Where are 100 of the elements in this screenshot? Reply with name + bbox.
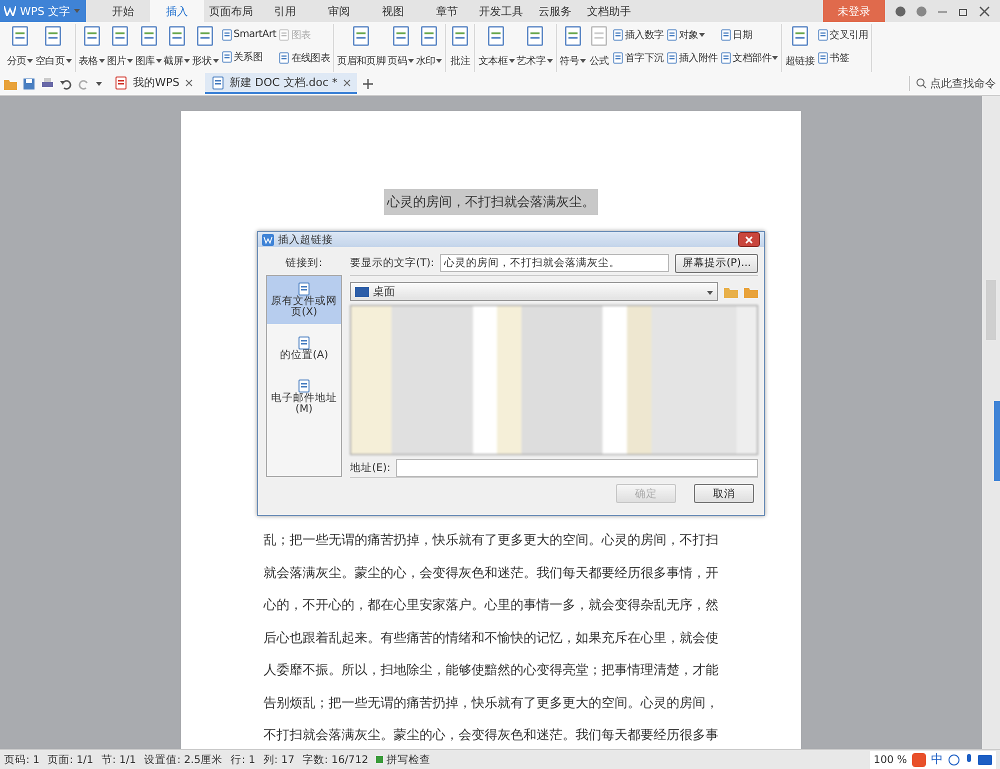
plus-icon[interactable]: [362, 78, 373, 88]
menu-tab[interactable]: 页面布局: [204, 0, 258, 22]
ime-toolbar[interactable]: 100 % 中: [870, 750, 996, 768]
document-tab[interactable]: 新建 DOC 文档.doc *: [204, 73, 357, 94]
status-text: 页码: 1: [4, 752, 40, 766]
link-to-label: 链接到:: [286, 256, 322, 270]
ribbon-button[interactable]: 水印: [416, 24, 442, 72]
ribbon-button[interactable]: 分页: [7, 24, 34, 72]
link-target-item[interactable]: 的位置(A): [267, 330, 341, 367]
menu-tab[interactable]: 文档助手: [582, 0, 636, 22]
ribbon-button[interactable]: 形状: [192, 24, 219, 72]
print-icon[interactable]: [41, 78, 54, 90]
document-icon: [210, 76, 224, 90]
ribbon-small-button[interactable]: 关系图: [220, 50, 276, 64]
document-icon: [720, 52, 732, 64]
document-icon: [720, 29, 732, 42]
dialog-title: 插入超链接: [278, 232, 333, 246]
caret-icon: [96, 82, 102, 86]
keyboard-icon: [978, 754, 992, 764]
document-icon: [114, 76, 128, 90]
ime-mode[interactable]: 中: [931, 751, 943, 768]
ribbon-button[interactable]: 超链接: [785, 24, 815, 72]
spell-check-button[interactable]: 拼写检查: [376, 752, 431, 766]
ribbon-button[interactable]: 截屏: [164, 24, 190, 72]
menu-tab[interactable]: 开始: [96, 0, 150, 22]
save-icon[interactable]: [23, 78, 35, 90]
app-menu-button[interactable]: WPS 文字: [0, 0, 86, 22]
paragraph-line: 后心也跟着乱起来。有些痛苦的情绪和不愉快的记忆，如果充斥在心里，就会使: [264, 630, 718, 648]
cancel-button[interactable]: 取消: [694, 484, 754, 503]
address-label: 地址(E):: [350, 461, 390, 475]
ribbon-button[interactable]: 空白页: [35, 24, 72, 72]
close-button[interactable]: [738, 232, 760, 247]
link-target-item[interactable]: 原有文件或网页(X): [267, 276, 341, 324]
paragraph-line: 不打扫就会落满灰尘。蒙尘的心，会变得灰色和迷茫。我们每天都要经历很多事: [264, 727, 718, 745]
document-icon: [612, 52, 624, 64]
menu-tab[interactable]: 插入: [150, 0, 204, 22]
smiley-icon: [948, 754, 960, 766]
status-text: 行: 1: [230, 752, 256, 766]
address-field[interactable]: [396, 459, 758, 477]
scrollbar[interactable]: [982, 96, 1000, 749]
status-text: 字数: 16/712: [302, 752, 368, 766]
close-icon: [745, 236, 753, 244]
document-icon: [220, 28, 233, 41]
ribbon-small-button[interactable]: 日期: [720, 28, 778, 42]
display-text-label: 要显示的文字(T):: [350, 256, 434, 270]
close-icon[interactable]: [184, 78, 192, 86]
undo-icon[interactable]: [60, 78, 72, 90]
ribbon-small-button[interactable]: 书签: [816, 50, 868, 65]
paragraph-line: 心的，不开心的，都在心里安家落户。心里的事情一多，就会变得杂乱无序，然: [264, 597, 718, 615]
s-logo-icon: [912, 752, 926, 766]
ribbon-button[interactable]: 页码: [388, 24, 414, 72]
document-icon: [666, 52, 678, 64]
ribbon-button[interactable]: 表格: [78, 24, 105, 72]
close-icon[interactable]: [342, 78, 351, 86]
ribbon-small-button[interactable]: 对象: [666, 28, 718, 42]
document-icon: [297, 379, 311, 393]
ribbon-small-button[interactable]: 交叉引用: [816, 28, 868, 42]
ribbon-button[interactable]: 图片: [106, 24, 134, 72]
ribbon-small-button[interactable]: SmartArt: [220, 28, 276, 41]
caret-icon: [74, 9, 80, 13]
ribbon-small-button[interactable]: 在线图表: [278, 50, 330, 65]
document-icon: [278, 52, 290, 64]
w-logo-icon: [4, 6, 16, 16]
link-target-item[interactable]: 电子邮件地址(M): [267, 373, 341, 421]
menu-tab[interactable]: 章节: [420, 0, 474, 22]
selected-heading: 心灵的房间，不打扫就会落满灰尘。: [384, 189, 598, 215]
status-text: 列: 17: [263, 752, 295, 766]
close-icon[interactable]: [979, 6, 990, 16]
ribbon-small-button[interactable]: 插入数字: [612, 28, 664, 42]
ribbon-button[interactable]: 文本框: [478, 24, 515, 72]
ribbon-button[interactable]: 艺术字: [516, 24, 553, 72]
screen-tip-button[interactable]: 屏幕提示(P)...: [675, 254, 758, 272]
document-icon: [666, 29, 678, 42]
ribbon-small-button[interactable]: 插入附件: [666, 50, 718, 65]
square-icon: [376, 756, 384, 762]
menu-tab[interactable]: 引用: [258, 0, 312, 22]
command-search-field[interactable]: 点此查找命令: [909, 76, 996, 91]
ribbon-button[interactable]: 批注: [449, 24, 472, 72]
menu-tab[interactable]: 云服务: [528, 0, 582, 22]
zoom-level: 100 %: [874, 754, 907, 766]
document-tab[interactable]: 我的WPS: [108, 73, 198, 94]
document-icon: [816, 29, 829, 42]
document-icon: [612, 29, 624, 42]
ribbon-button[interactable]: 图库: [135, 24, 162, 72]
menu-tab[interactable]: 审阅: [312, 0, 366, 22]
ribbon-small-button[interactable]: 文档部件: [720, 50, 778, 65]
document-icon: [297, 336, 311, 350]
menu-tab[interactable]: 开发工具: [474, 0, 528, 22]
side-panel-handle[interactable]: [994, 401, 1000, 481]
status-text: 节: 1/1: [101, 752, 136, 766]
menu-tab[interactable]: 视图: [366, 0, 420, 22]
ribbon-button[interactable]: 页眉和页脚: [337, 24, 386, 72]
w-logo-icon: [262, 234, 274, 246]
status-text: 页面: 1/1: [48, 752, 94, 766]
display-text-field[interactable]: 心灵的房间，不打扫就会落满灰尘。: [440, 254, 670, 272]
document-icon: [278, 29, 290, 42]
paragraph-line: 乱；把一些无谓的痛苦扔掉，快乐就有了更多更大的空间。心灵的房间，不打扫: [264, 532, 718, 550]
ribbon-button[interactable]: 符号: [560, 24, 586, 72]
folder-dropdown[interactable]: 桌面: [350, 282, 718, 301]
ribbon-small-button[interactable]: 首字下沉: [612, 50, 664, 65]
